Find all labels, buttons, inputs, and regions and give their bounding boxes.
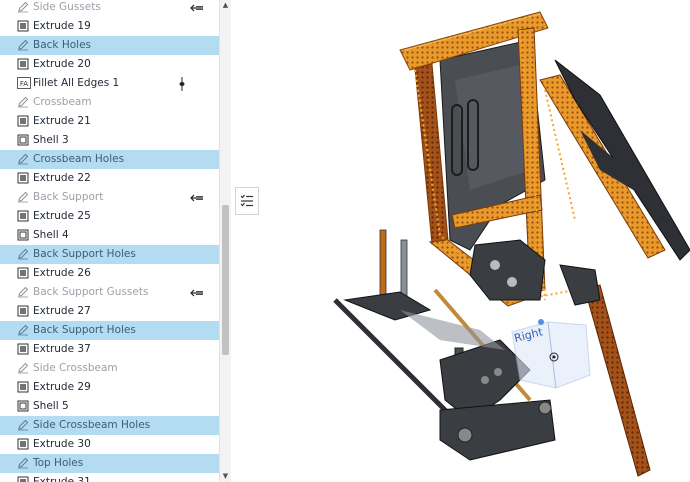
feature-list-item[interactable]: Back Holes xyxy=(0,36,219,55)
side-rail[interactable] xyxy=(584,284,651,477)
feature-list-item[interactable]: Extrude 21 xyxy=(0,112,219,131)
svg-text:FA: FA xyxy=(20,80,28,88)
feature-label: Crossbeam Holes xyxy=(33,153,125,165)
feature-list-item[interactable]: Extrude 31 xyxy=(0,473,219,482)
shell-icon xyxy=(17,229,29,241)
rollback-arrow-icon[interactable] xyxy=(190,283,204,302)
feature-label: Top Holes xyxy=(33,457,84,469)
feature-label: Side Gussets xyxy=(33,1,101,13)
feature-label: Fillet All Edges 1 xyxy=(33,77,120,89)
feature-label: Shell 5 xyxy=(33,400,69,412)
pencil-icon xyxy=(17,457,29,469)
pencil-icon xyxy=(17,39,29,51)
extrude-icon xyxy=(17,172,29,184)
extrude-icon xyxy=(17,115,29,127)
scroll-up-arrow[interactable]: ▲ xyxy=(220,0,231,11)
feature-label: Shell 3 xyxy=(33,134,69,146)
feature-list-item[interactable]: Top Holes xyxy=(0,454,219,473)
pencil-icon xyxy=(17,153,29,165)
pencil-icon xyxy=(17,248,29,260)
feature-label: Extrude 37 xyxy=(33,343,91,355)
feature-label: Extrude 20 xyxy=(33,58,91,70)
pencil-icon xyxy=(17,419,29,431)
pencil-icon xyxy=(17,191,29,203)
feature-list-item[interactable]: Side Crossbeam Holes xyxy=(0,416,219,435)
feature-list-item[interactable]: Extrude 30 xyxy=(0,435,219,454)
extrude-icon xyxy=(17,438,29,450)
extrude-icon xyxy=(17,305,29,317)
pencil-icon xyxy=(17,362,29,374)
extrude-icon xyxy=(17,476,29,482)
scrollbar-thumb[interactable] xyxy=(222,205,229,355)
feature-label: Extrude 31 xyxy=(33,476,91,482)
feature-label: Back Support Holes xyxy=(33,248,136,260)
feature-label: Side Crossbeam xyxy=(33,362,118,374)
fillet-icon: FA xyxy=(17,77,31,89)
extrude-icon xyxy=(17,20,29,32)
feature-label: Back Support Gussets xyxy=(33,286,149,298)
feature-label: Extrude 25 xyxy=(33,210,91,222)
feature-list-item[interactable]: Extrude 37 xyxy=(0,340,219,359)
feature-list-item[interactable]: Shell 4 xyxy=(0,226,219,245)
feature-label: Back Support Holes xyxy=(33,324,136,336)
feature-list-item[interactable]: Extrude 26 xyxy=(0,264,219,283)
extrude-icon xyxy=(17,343,29,355)
feature-list-item[interactable]: Back Support Holes xyxy=(0,321,219,340)
shell-icon xyxy=(17,134,29,146)
feature-list-item[interactable]: Extrude 25 xyxy=(0,207,219,226)
3d-viewport[interactable] xyxy=(231,0,690,482)
feature-list: Side Gussets Extrude 19 Back Holes Extrude … xyxy=(0,0,219,482)
shell-icon xyxy=(17,400,29,412)
extrude-icon xyxy=(17,381,29,393)
feature-list-item[interactable]: Back Support Holes xyxy=(0,245,219,264)
feature-label: Extrude 27 xyxy=(33,305,91,317)
feature-list-item[interactable]: Extrude 19 xyxy=(0,17,219,36)
extrude-icon xyxy=(17,210,29,222)
rollback-arrow-icon[interactable] xyxy=(190,0,204,17)
feature-list-scrollbar[interactable]: ▲ ▼ xyxy=(219,0,231,482)
feature-list-item[interactable]: Crossbeam Holes xyxy=(0,150,219,169)
feature-label: Back Holes xyxy=(33,39,91,51)
feature-list-item[interactable]: Side Gussets xyxy=(0,0,219,17)
feature-label: Crossbeam xyxy=(33,96,92,108)
feature-label: Shell 4 xyxy=(33,229,69,241)
feature-list-item[interactable]: Back Support xyxy=(0,188,219,207)
pencil-icon xyxy=(17,1,29,13)
rollback-bar-icon[interactable] xyxy=(179,74,185,93)
feature-label: Side Crossbeam Holes xyxy=(33,419,151,431)
feature-list-item[interactable]: Extrude 27 xyxy=(0,302,219,321)
extrude-icon xyxy=(17,267,29,279)
pencil-icon xyxy=(17,286,29,298)
feature-list-item[interactable]: Shell 5 xyxy=(0,397,219,416)
scroll-down-arrow[interactable]: ▼ xyxy=(220,471,231,482)
feature-label: Extrude 29 xyxy=(33,381,91,393)
extrude-icon xyxy=(17,58,29,70)
feature-label: Extrude 30 xyxy=(33,438,91,450)
feature-list-item[interactable]: Shell 3 xyxy=(0,131,219,150)
feature-list-item[interactable]: Crossbeam xyxy=(0,93,219,112)
diagonal-beam[interactable] xyxy=(539,59,690,261)
feature-label: Extrude 26 xyxy=(33,267,91,279)
feature-list-panel: Side Gussets Extrude 19 Back Holes Extrude … xyxy=(0,0,231,482)
feature-label: Extrude 22 xyxy=(33,172,91,184)
pencil-icon xyxy=(17,324,29,336)
feature-list-item[interactable]: Extrude 29 xyxy=(0,378,219,397)
feature-list-item[interactable]: FA Fillet All Edges 1 xyxy=(0,74,219,93)
feature-label: Extrude 19 xyxy=(33,20,91,32)
feature-label: Extrude 21 xyxy=(33,115,91,127)
pencil-icon xyxy=(17,96,29,108)
rollback-arrow-icon[interactable] xyxy=(190,188,204,207)
feature-list-item[interactable]: Back Support Gussets xyxy=(0,283,219,302)
feature-list-item[interactable]: Extrude 22 xyxy=(0,169,219,188)
feature-list-item[interactable]: Side Crossbeam xyxy=(0,359,219,378)
feature-list-item[interactable]: Extrude 20 xyxy=(0,55,219,74)
feature-label: Back Support xyxy=(33,191,104,203)
